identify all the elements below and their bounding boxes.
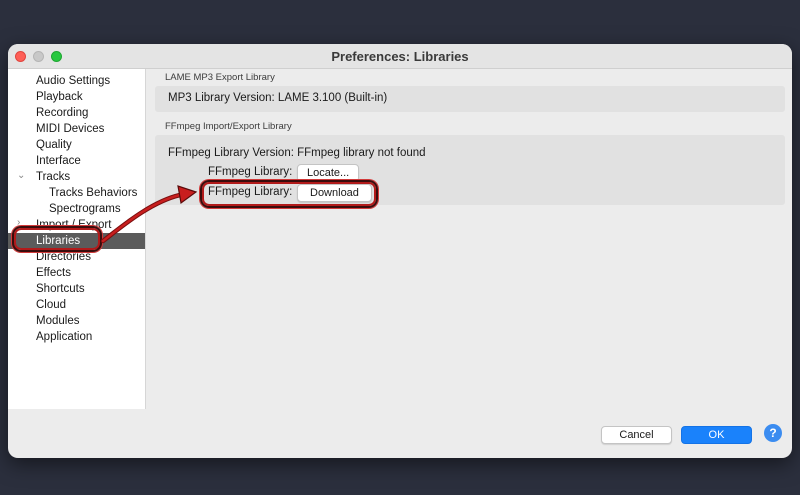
help-icon[interactable]: ?	[764, 424, 782, 442]
sidebar-item-effects[interactable]: Effects	[36, 265, 71, 281]
cancel-button[interactable]: Cancel	[601, 426, 672, 444]
sidebar-item-interface[interactable]: Interface	[36, 153, 81, 169]
sidebar-item-playback[interactable]: Playback	[36, 89, 83, 105]
lame-group: MP3 Library Version: LAME 3.100 (Built-i…	[155, 86, 785, 112]
ffmpeg-section-label: FFmpeg Import/Export Library	[165, 121, 292, 132]
sidebar-item-application[interactable]: Application	[36, 329, 92, 345]
mp3-library-version: MP3 Library Version: LAME 3.100 (Built-i…	[168, 92, 388, 104]
ffmpeg-locate-label: FFmpeg Library:	[208, 166, 293, 178]
sidebar-item-audio-settings[interactable]: Audio Settings	[36, 73, 110, 89]
sidebar-item-midi-devices[interactable]: MIDI Devices	[36, 121, 104, 137]
sidebar-item-tracks-behaviors[interactable]: Tracks Behaviors	[49, 185, 137, 201]
sidebar-item-spectrograms[interactable]: Spectrograms	[49, 201, 121, 217]
sidebar-item-quality[interactable]: Quality	[36, 137, 72, 153]
window-title: Preferences: Libraries	[331, 49, 469, 64]
preferences-window: Preferences: Libraries Audio Settings Pl…	[8, 44, 792, 458]
sidebar-item-shortcuts[interactable]: Shortcuts	[36, 281, 85, 297]
sidebar-item-tracks[interactable]: Tracks	[36, 169, 70, 185]
ok-button[interactable]: OK	[681, 426, 752, 444]
download-highlight	[200, 180, 378, 208]
sidebar-item-modules[interactable]: Modules	[36, 313, 79, 329]
chevron-down-icon[interactable]: ⌄	[17, 170, 25, 181]
sidebar-item-cloud[interactable]: Cloud	[36, 297, 66, 313]
title-bar: Preferences: Libraries	[8, 44, 792, 69]
libraries-panel: LAME MP3 Export Library MP3 Library Vers…	[155, 69, 792, 409]
sidebar-item-recording[interactable]: Recording	[36, 105, 88, 121]
libraries-highlight	[12, 226, 102, 252]
lame-section-label: LAME MP3 Export Library	[165, 72, 275, 83]
ffmpeg-library-version: FFmpeg Library Version: FFmpeg library n…	[168, 147, 426, 159]
